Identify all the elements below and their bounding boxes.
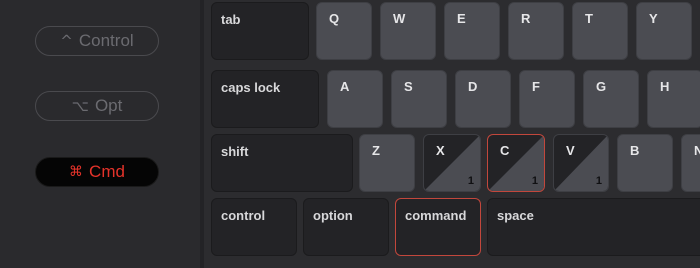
- key-command[interactable]: command: [395, 198, 481, 256]
- key-label: Z: [372, 143, 380, 158]
- key-option[interactable]: option: [303, 198, 389, 256]
- key-label: D: [468, 79, 478, 94]
- shortcut-count: 1: [467, 175, 474, 187]
- control-modifier-button[interactable]: ^ Control: [35, 26, 159, 56]
- key-label: X: [436, 143, 445, 158]
- key-label: A: [340, 79, 350, 94]
- modifier-panel: ^ Control ⌥ Opt ⌘ Cmd: [0, 0, 200, 268]
- key-e[interactable]: E: [444, 2, 500, 60]
- key-label: C: [500, 143, 510, 158]
- keyboard-shortcut-viewer: ^ Control ⌥ Opt ⌘ Cmd tab Q W E R T Y ca…: [0, 0, 700, 268]
- key-label: tab: [221, 12, 241, 27]
- key-n[interactable]: N: [681, 134, 700, 192]
- key-g[interactable]: G: [583, 70, 639, 128]
- key-b[interactable]: B: [617, 134, 673, 192]
- control-modifier-label: Control: [78, 31, 134, 50]
- key-label: G: [596, 79, 607, 94]
- key-label: N: [694, 143, 700, 158]
- key-label: F: [532, 79, 540, 94]
- key-label: Y: [649, 11, 658, 26]
- key-label: space: [497, 208, 534, 223]
- key-label: control: [221, 208, 266, 223]
- command-icon: ⌘: [69, 164, 84, 180]
- key-caps-lock[interactable]: caps lock: [211, 70, 319, 128]
- option-modifier-label: Opt: [94, 96, 123, 115]
- key-label: caps lock: [221, 80, 281, 95]
- key-h[interactable]: H: [647, 70, 700, 128]
- key-q[interactable]: Q: [316, 2, 372, 60]
- key-s[interactable]: S: [391, 70, 447, 128]
- key-f[interactable]: F: [519, 70, 575, 128]
- key-label: T: [585, 11, 593, 26]
- key-y[interactable]: Y: [636, 2, 692, 60]
- key-label: H: [660, 79, 670, 94]
- command-modifier-button[interactable]: ⌘ Cmd: [35, 157, 159, 187]
- command-modifier-label: Cmd: [89, 162, 125, 181]
- key-v[interactable]: V 1: [553, 134, 609, 192]
- key-control[interactable]: control: [211, 198, 297, 256]
- shortcut-count: 1: [595, 175, 602, 187]
- key-shift[interactable]: shift: [211, 134, 353, 192]
- key-label: B: [630, 143, 640, 158]
- option-icon: ⌥: [71, 97, 89, 115]
- key-label: W: [393, 11, 406, 26]
- key-label: R: [521, 11, 531, 26]
- key-r[interactable]: R: [508, 2, 564, 60]
- key-label: option: [313, 208, 353, 223]
- key-c[interactable]: C 1: [487, 134, 545, 192]
- key-label: S: [404, 79, 413, 94]
- key-z[interactable]: Z: [359, 134, 415, 192]
- key-space[interactable]: space: [487, 198, 700, 256]
- key-label: V: [566, 143, 575, 158]
- key-a[interactable]: A: [327, 70, 383, 128]
- option-modifier-button[interactable]: ⌥ Opt: [35, 91, 159, 121]
- key-label: command: [405, 208, 467, 223]
- key-label: E: [457, 11, 466, 26]
- keyboard: tab Q W E R T Y caps lock A S D F G H sh…: [204, 0, 700, 268]
- key-w[interactable]: W: [380, 2, 436, 60]
- key-t[interactable]: T: [572, 2, 628, 60]
- shortcut-count: 1: [531, 175, 538, 187]
- control-icon: ^: [60, 32, 73, 50]
- key-tab[interactable]: tab: [211, 2, 309, 60]
- key-d[interactable]: D: [455, 70, 511, 128]
- key-label: shift: [221, 144, 249, 159]
- key-label: Q: [329, 11, 340, 26]
- key-x[interactable]: X 1: [423, 134, 481, 192]
